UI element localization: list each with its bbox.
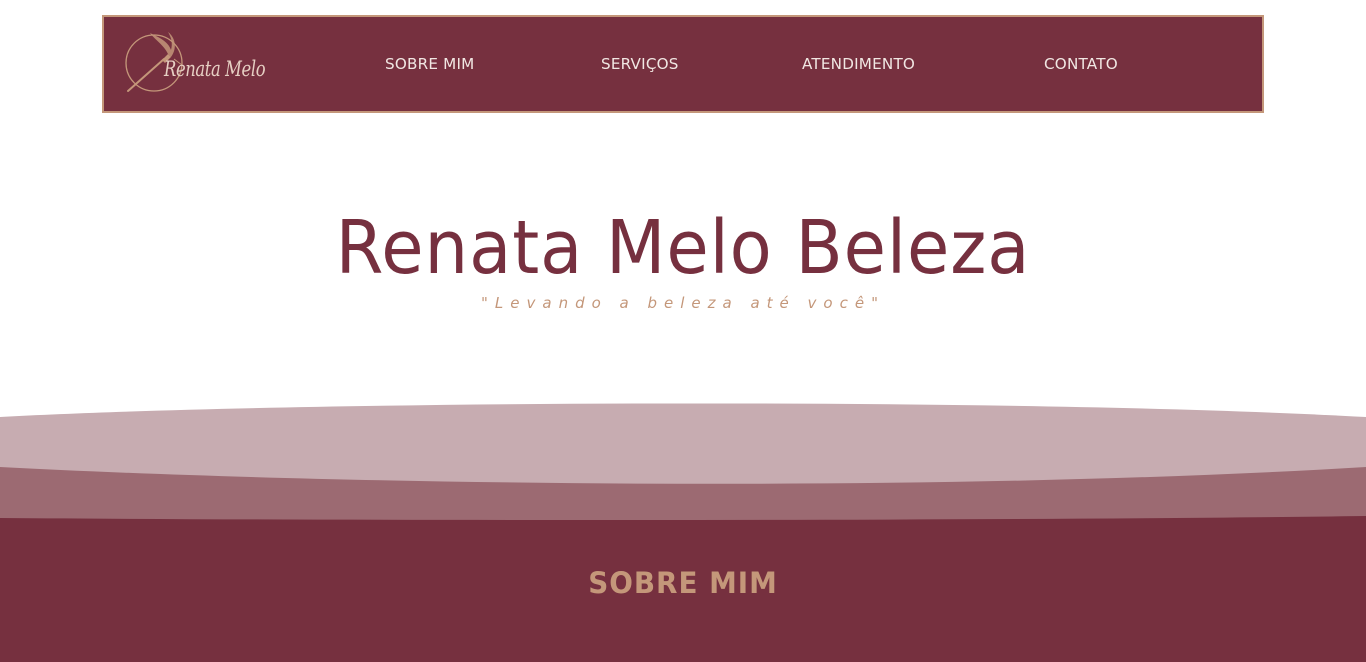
- nav-link-contato[interactable]: CONTATO: [1044, 55, 1118, 73]
- navbar: Renata Melo SOBRE MIM SERVIÇOS ATENDIMEN…: [102, 15, 1264, 113]
- wave-divider: [0, 403, 1366, 662]
- nav-link-servicos[interactable]: SERVIÇOS: [601, 55, 679, 73]
- hero-subtitle: "Levando a beleza até você": [481, 294, 885, 312]
- page: Renata Melo SOBRE MIM SERVIÇOS ATENDIMEN…: [0, 0, 1366, 662]
- about-section-title: SOBRE MIM: [588, 566, 778, 600]
- hero-title: Renata Melo Beleza: [335, 205, 1031, 291]
- logo-text: Renata Melo: [164, 57, 266, 81]
- nav-link-atendimento[interactable]: ATENDIMENTO: [802, 55, 915, 73]
- logo[interactable]: Renata Melo: [124, 29, 269, 99]
- nav-link-sobre-mim[interactable]: SOBRE MIM: [385, 55, 474, 73]
